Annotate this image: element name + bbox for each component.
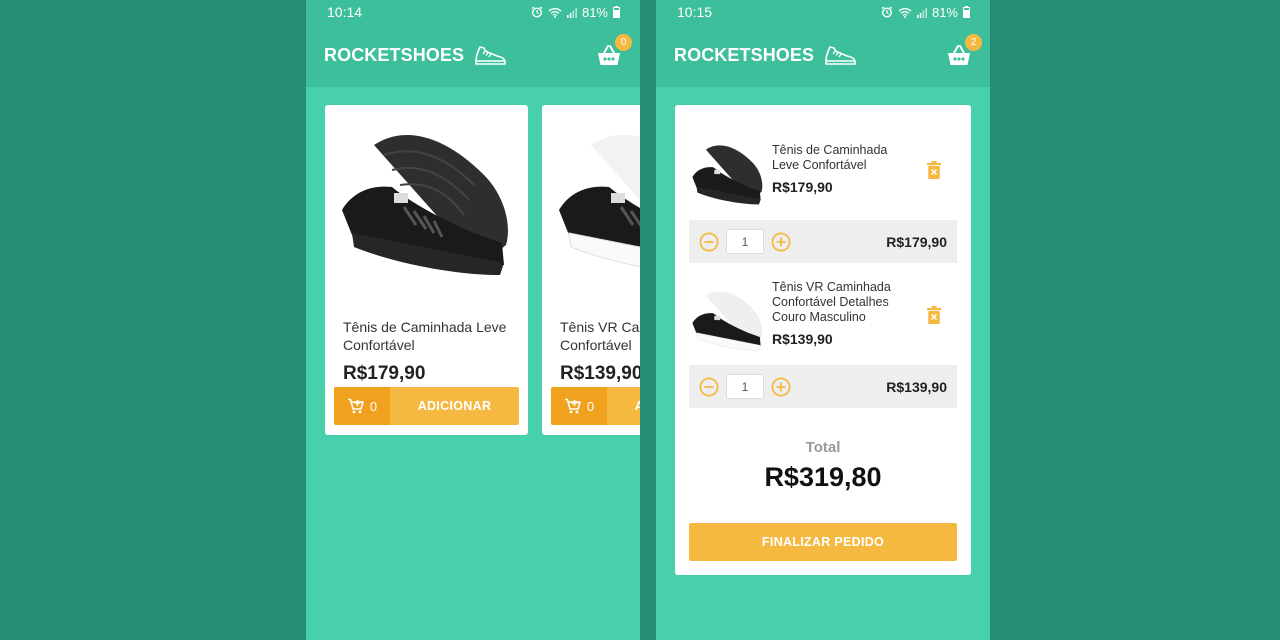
product-card: Tênis de Caminhada Leve Confortável R$17…: [325, 105, 528, 435]
finish-order-button[interactable]: FINALIZAR PEDIDO: [689, 523, 957, 561]
cart-button[interactable]: 2: [946, 33, 982, 69]
cart-item-image: [692, 291, 763, 351]
battery-icon: [963, 6, 970, 18]
brand-name: ROCKETSHOES: [324, 45, 465, 65]
product-title: Tênis VR Caminhada Confortável: [560, 319, 640, 353]
alarm-icon: [881, 6, 893, 18]
app-header: ROCKETSHOES 0: [306, 24, 640, 87]
in-cart-count: 0: [369, 398, 378, 414]
app-header: ROCKETSHOES 2: [656, 24, 990, 87]
cart-item-image: [692, 145, 763, 205]
battery-icon: [613, 6, 620, 18]
brand-name: ROCKETSHOES: [674, 45, 815, 65]
battery-percent: 81%: [581, 4, 608, 20]
wifi-icon: [548, 7, 562, 18]
total-label: Total: [805, 439, 841, 456]
cart-item-title: Tênis de Caminhada Leve Confortável: [772, 143, 888, 172]
in-cart-count: 0: [586, 398, 595, 414]
cart-button[interactable]: 0: [596, 33, 632, 69]
cart-count-badge: 0: [615, 33, 632, 51]
status-bar: 10:14 81%: [306, 0, 640, 24]
item-subtotal: R$179,90: [886, 233, 947, 250]
delete-icon[interactable]: [927, 306, 941, 324]
product-price: R$139,90: [560, 363, 640, 384]
increment-icon[interactable]: [771, 376, 791, 397]
decrement-icon[interactable]: [699, 376, 719, 397]
quantity-stepper: 1: [699, 229, 791, 254]
quantity-field[interactable]: 1: [726, 374, 764, 399]
brand-logo[interactable]: ROCKETSHOES: [324, 45, 507, 67]
total-value: R$319,80: [764, 462, 882, 492]
battery-percent: 81%: [931, 4, 958, 20]
product-price: R$179,90: [343, 363, 426, 384]
product-list-screen: 10:14 81% ROCKETSHOES 0 Tênis de Caminha…: [306, 0, 640, 640]
quantity-stepper: 1: [699, 374, 791, 399]
status-time: 10:15: [677, 4, 713, 20]
product-image: [342, 135, 508, 275]
product-list: Tênis de Caminhada Leve Confortável R$17…: [325, 105, 640, 435]
product-title: Tênis de Caminhada Leve Confortável: [343, 319, 507, 353]
increment-icon[interactable]: [771, 231, 791, 252]
add-button-label: ADICIONAR: [417, 399, 492, 413]
cart-count-badge: 2: [965, 33, 982, 51]
cart-item: Tênis VR Caminhada Confortável Detalhes …: [689, 263, 957, 365]
cart-item-subtotal-row: 1 R$179,90: [689, 220, 957, 263]
item-subtotal: R$139,90: [886, 378, 947, 395]
signal-icon: [916, 7, 927, 18]
decrement-icon[interactable]: [699, 231, 719, 252]
add-to-cart-button[interactable]: 0 ADICIONAR: [334, 387, 519, 425]
quantity-field[interactable]: 1: [726, 229, 764, 254]
cart-item-subtotal-row: 1 R$139,90: [689, 365, 957, 408]
sneaker-logo-icon: [475, 45, 506, 65]
status-bar: 10:15 81%: [656, 0, 990, 24]
product-image: [559, 135, 640, 268]
cart-item-price: R$179,90: [772, 179, 833, 195]
cart-screen: 10:15 81% ROCKETSHOES 2 Tênis de Caminha…: [656, 0, 990, 640]
brand-logo[interactable]: ROCKETSHOES: [674, 45, 857, 67]
wifi-icon: [898, 7, 912, 18]
cart-item: Tênis de Caminhada Leve Confortável R$17…: [689, 105, 957, 220]
sneaker-logo-icon: [825, 45, 856, 65]
cart-panel: Tênis de Caminhada Leve Confortável R$17…: [675, 105, 971, 575]
add-to-cart-button[interactable]: 0 ADICIONAR: [551, 387, 640, 425]
cart-item-price: R$139,90: [772, 331, 833, 347]
add-button-label: ADICIONAR: [634, 399, 640, 413]
add-shopping-cart-icon: [347, 398, 364, 414]
add-shopping-cart-icon: [564, 398, 581, 414]
product-card: Tênis VR Caminhada Confortável R$139,90 …: [542, 105, 640, 435]
delete-icon[interactable]: [927, 161, 941, 179]
status-time: 10:14: [327, 4, 363, 20]
signal-icon: [566, 7, 577, 18]
cart-item-title: Tênis VR Caminhada Confortável Detalhes …: [772, 280, 891, 324]
alarm-icon: [531, 6, 543, 18]
